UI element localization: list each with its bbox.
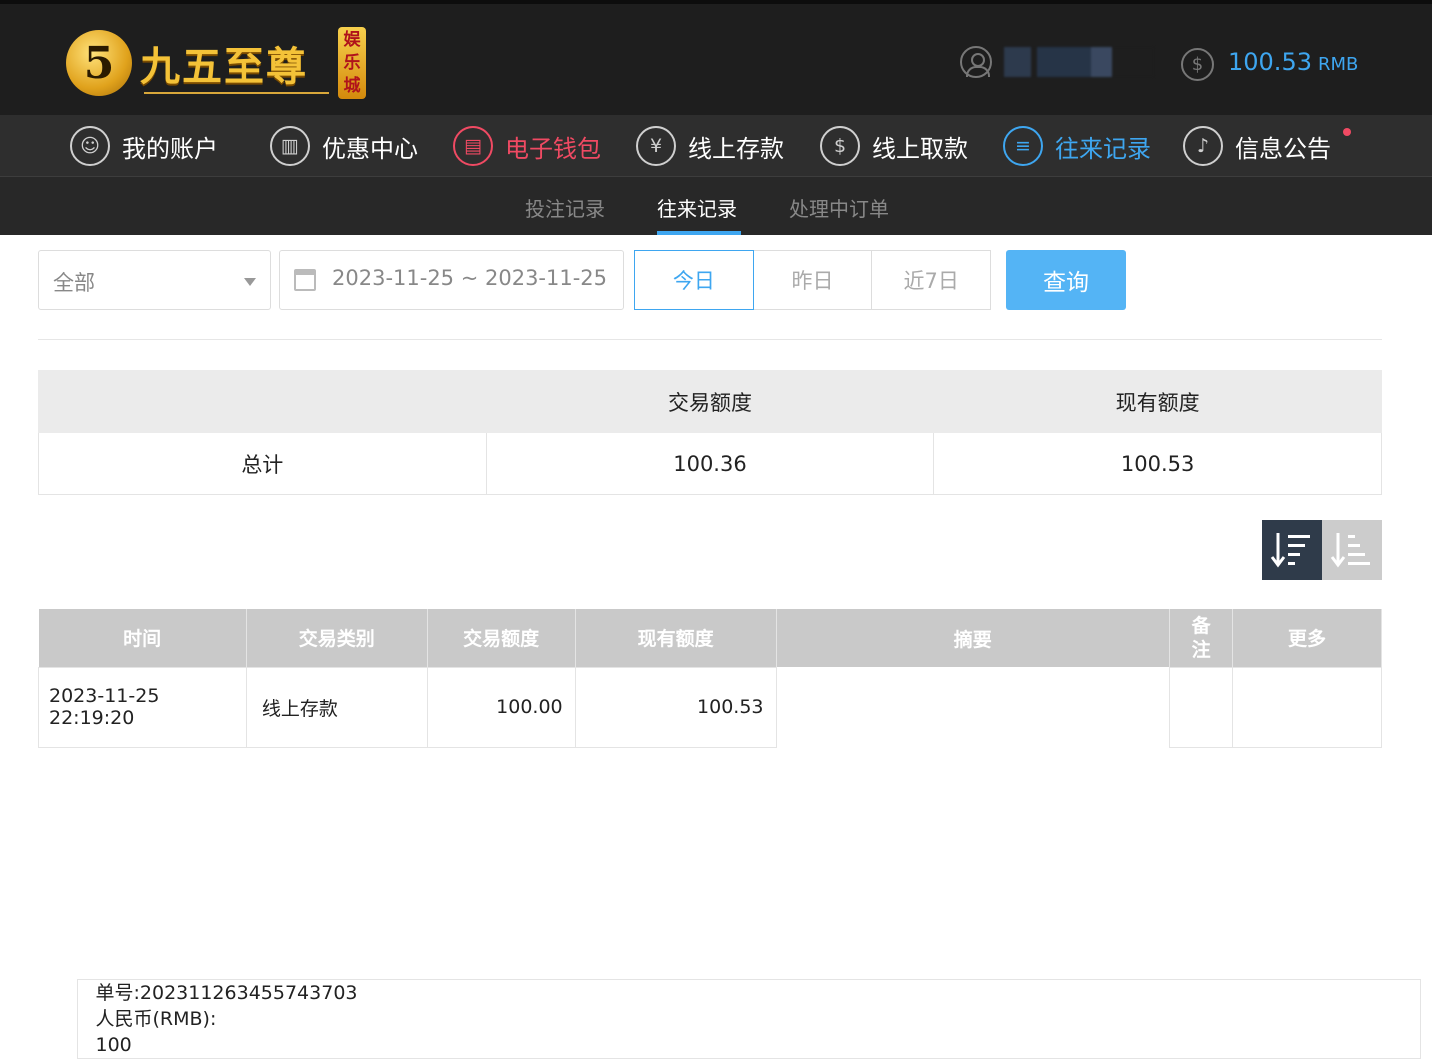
divider: [38, 339, 1382, 340]
summary-header-cell: [38, 370, 487, 433]
bell-icon: ♪: [1183, 126, 1223, 166]
logo-tag: 娱乐城: [338, 27, 366, 99]
col-note[interactable]: 备注: [1169, 609, 1234, 667]
nav-label: 信息公告: [1235, 134, 1331, 163]
nav-e-wallet[interactable]: ▤ 电子钱包: [453, 126, 601, 166]
summary-value: 100: [95, 1034, 132, 1056]
nav-label: 电子钱包: [505, 134, 601, 163]
sort-descending-icon: [1270, 533, 1310, 568]
username-masked: [1004, 47, 1154, 77]
yesterday-button[interactable]: 昨日: [752, 250, 873, 310]
quick-date-group: 今日 昨日 近7日: [634, 250, 992, 310]
nav-records[interactable]: ≡ 往来记录: [1003, 126, 1151, 166]
cell-amount: 100.00: [426, 666, 576, 748]
balance-unit: RMB: [1317, 54, 1359, 75]
sort-ascending-icon: [1330, 533, 1370, 568]
active-tab-indicator: [657, 231, 741, 235]
summary-currency: 人民币(RMB):: [95, 1008, 217, 1030]
col-balance[interactable]: 现有额度: [575, 609, 777, 667]
chevron-down-icon: [244, 278, 256, 286]
nav-online-deposit[interactable]: ¥ 线上存款: [636, 126, 784, 166]
sort-ascending-button[interactable]: [1322, 520, 1382, 580]
transactions-table: 时间 交易类别 交易额度 现有额度 摘要 备注 更多 2023-11-25 22…: [38, 609, 1421, 1059]
notification-dot: [1343, 128, 1351, 136]
site-logo[interactable]: 5 九五至尊 娱乐城: [66, 24, 366, 102]
nav-promotions[interactable]: ▥ 优惠中心: [270, 126, 418, 166]
cell-summary: 单号:202311263455743703 人民币(RMB): 100: [76, 979, 1421, 1059]
type-select-value: 全部: [53, 271, 95, 295]
summary-header-row: 交易额度 现有额度: [38, 370, 1382, 433]
user-icon: ☺: [70, 126, 110, 166]
today-button[interactable]: 今日: [634, 250, 754, 310]
summary-header-cell: 现有额度: [933, 370, 1382, 433]
tab-transaction-records[interactable]: 往来记录: [657, 193, 737, 222]
col-time[interactable]: 时间: [38, 609, 247, 667]
query-button[interactable]: 查询: [1006, 250, 1126, 310]
table-header-row: 时间 交易类别 交易额度 现有额度 摘要 备注 更多: [38, 609, 1382, 667]
nav-label: 线上存款: [688, 134, 784, 163]
summary-table: 交易额度 现有额度 总计 100.36 100.53: [38, 370, 1382, 495]
user-icon: [960, 46, 992, 78]
main-nav: ☺ 我的账户 ▥ 优惠中心 ▤ 电子钱包 ¥ 线上存款 $ 线上取款 ≡ 往来记录 ♪ 信息公…: [0, 115, 1432, 177]
tab-pending-orders[interactable]: 处理中订单: [789, 193, 889, 222]
calendar-icon: [294, 269, 316, 291]
summary-current-balance: 100.53: [933, 432, 1382, 495]
balance-value: 100.53: [1228, 48, 1312, 76]
user-info[interactable]: [960, 46, 1154, 78]
col-more[interactable]: 更多: [1232, 609, 1382, 667]
cell-type: 线上存款: [245, 666, 428, 748]
last-7-days-button[interactable]: 近7日: [871, 250, 992, 310]
withdraw-icon: $: [820, 126, 860, 166]
nav-announcements[interactable]: ♪ 信息公告: [1183, 126, 1331, 166]
nav-label: 往来记录: [1055, 134, 1151, 163]
nav-label: 线上取款: [872, 134, 968, 163]
sub-nav: 投注记录 往来记录 处理中订单: [0, 177, 1432, 235]
summary-transaction-amount: 100.36: [485, 432, 935, 495]
records-icon: ≡: [1003, 126, 1043, 166]
date-range-input[interactable]: 2023-11-25 ~ 2023-11-25: [279, 250, 624, 310]
col-type[interactable]: 交易类别: [246, 609, 428, 667]
summary-order-number: 单号:202311263455743703: [95, 982, 358, 1004]
summary-header-cell: 交易额度: [485, 370, 935, 433]
coin-icon: $: [1181, 48, 1214, 81]
col-amount[interactable]: 交易额度: [427, 609, 576, 667]
account-balance: 100.53 RMB: [1228, 48, 1358, 76]
type-select[interactable]: 全部: [38, 250, 271, 310]
table-row[interactable]: 2023-11-25 22:19:20 线上存款 100.00 100.53 单…: [38, 666, 1421, 1059]
nav-online-withdraw[interactable]: $ 线上取款: [820, 126, 968, 166]
nav-label: 优惠中心: [322, 134, 418, 163]
deposit-icon: ¥: [636, 126, 676, 166]
summary-label: 总计: [38, 432, 487, 495]
cell-time: 2023-11-25 22:19:20: [38, 666, 247, 748]
tab-bet-records[interactable]: 投注记录: [525, 193, 605, 222]
logo-mark: 5: [66, 30, 132, 96]
col-summary[interactable]: 摘要: [776, 609, 1171, 667]
cell-balance: 100.53: [574, 666, 777, 748]
date-range-value: 2023-11-25 ~ 2023-11-25: [332, 266, 608, 290]
nav-my-account[interactable]: ☺ 我的账户: [70, 126, 218, 166]
logo-text: 九五至尊: [140, 43, 308, 90]
sort-descending-button[interactable]: [1262, 520, 1322, 580]
nav-label: 我的账户: [122, 134, 218, 163]
logo-ornament: [144, 92, 329, 94]
top-header: 5 九五至尊 娱乐城 $ 100.53 RMB: [0, 0, 1432, 115]
cell-more[interactable]: [1232, 666, 1382, 748]
summary-total-row: 总计 100.36 100.53: [38, 432, 1382, 495]
cell-note: [1169, 666, 1234, 748]
wallet-icon: ▤: [453, 126, 493, 166]
gift-icon: ▥: [270, 126, 310, 166]
